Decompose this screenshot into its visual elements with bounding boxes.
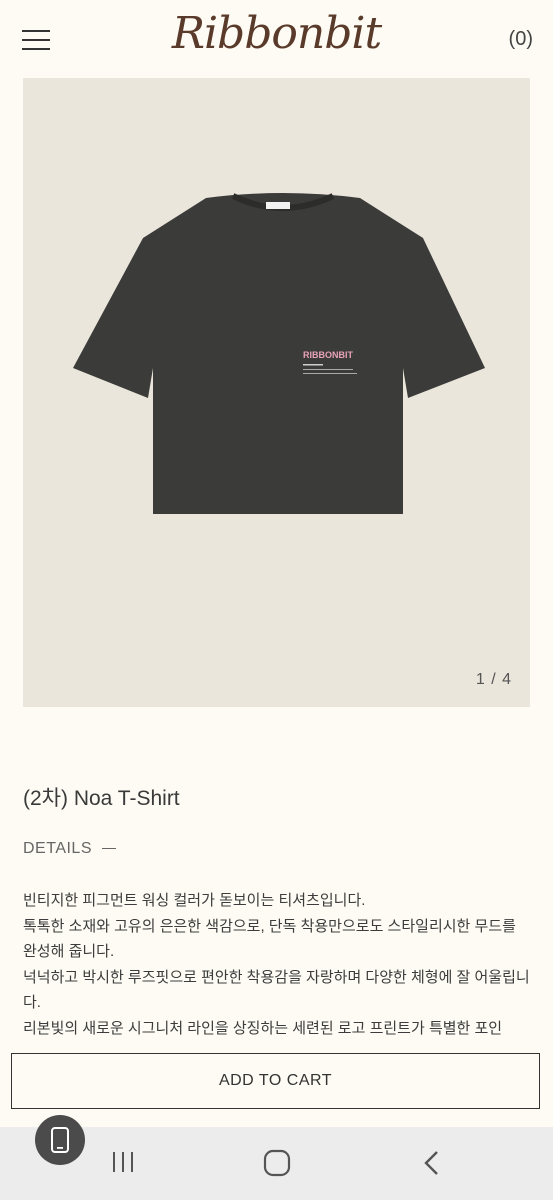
floating-phone-button[interactable] (35, 1115, 85, 1165)
add-to-cart-bar: ADD TO CART (0, 1037, 553, 1137)
details-toggle[interactable]: DETAILS (23, 840, 116, 858)
recent-apps-icon (113, 1152, 133, 1172)
product-image-gallery[interactable]: RIBBONBIT 1 / 4 (23, 78, 530, 707)
brand-logo[interactable]: Ribbonbit (0, 8, 553, 59)
tshirt-image: RIBBONBIT (73, 193, 485, 514)
product-title: (2차) Noa T-Shirt (23, 787, 180, 810)
image-counter: 1 / 4 (475, 671, 512, 688)
product-description: 빈티지한 피그먼트 워싱 컬러가 돋보이는 티셔츠입니다. 톡톡한 소재와 고유… (23, 888, 533, 1041)
cart-count-button[interactable]: (0) (509, 28, 533, 51)
phone-icon (51, 1127, 69, 1153)
back-button[interactable] (420, 1149, 446, 1182)
add-to-cart-button[interactable]: ADD TO CART (11, 1053, 540, 1109)
description-line: 넉넉하고 박시한 루즈핏으로 편안한 착용감을 자랑하며 다양한 체형에 잘 어… (23, 968, 530, 1012)
details-label: DETAILS (23, 840, 92, 857)
shirt-print-text: RIBBONBIT (303, 350, 353, 360)
recent-apps-button[interactable] (110, 1149, 136, 1180)
collapse-dash-icon (102, 848, 116, 850)
header: Ribbonbit (0) (0, 0, 553, 78)
home-button[interactable] (263, 1149, 291, 1182)
home-icon (263, 1149, 291, 1177)
description-line: 톡톡한 소재와 고유의 은은한 색감으로, 단독 착용만으로도 스타일리시한 무… (23, 917, 516, 961)
back-icon (424, 1151, 438, 1175)
description-line: 빈티지한 피그먼트 워싱 컬러가 돋보이는 티셔츠입니다. (23, 892, 366, 909)
